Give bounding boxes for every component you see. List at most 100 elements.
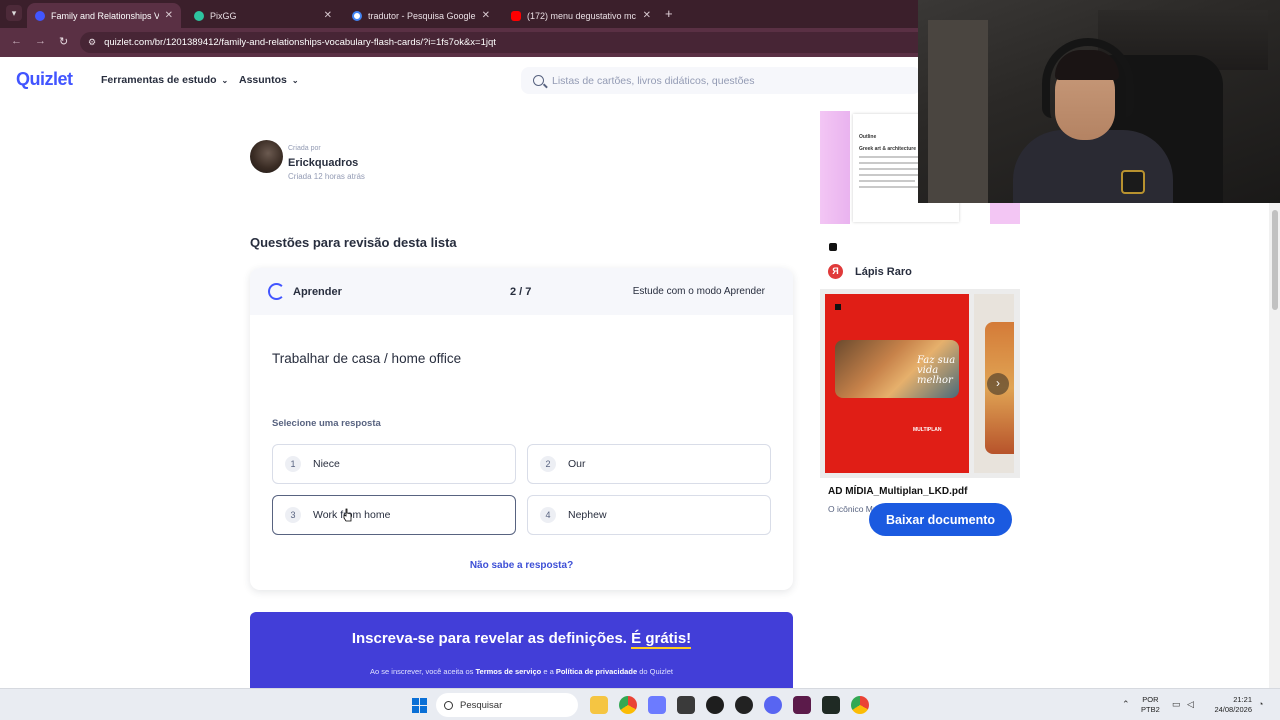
- ad-brand-name[interactable]: Lápis Raro: [855, 266, 912, 278]
- legal-prefix: Ao se inscrever, você aceita os: [370, 667, 476, 676]
- author-name[interactable]: Erickquadros: [288, 157, 358, 169]
- signup-title-free: É grátis!: [631, 630, 692, 649]
- youtube-favicon-icon: [511, 10, 521, 21]
- reload-icon[interactable]: ↻: [59, 35, 68, 48]
- tab-title: PixGG: [210, 10, 237, 21]
- windows-start-icon[interactable]: [412, 698, 427, 713]
- chevron-down-icon: ⌄: [291, 76, 299, 85]
- url-field[interactable]: ⚙ quizlet.com/br/1201389412/family-and-r…: [80, 32, 930, 53]
- tab-google[interactable]: tradutor - Pesquisa Google ✕: [344, 3, 498, 28]
- taskbar-search-label: Pesquisar: [460, 699, 503, 711]
- chevron-up-icon[interactable]: ⌃: [1122, 699, 1130, 710]
- dont-know-link[interactable]: Não sabe a resposta?: [250, 560, 793, 571]
- terminal-icon[interactable]: [822, 696, 840, 714]
- clock-date: 24/08/2026: [1214, 705, 1252, 714]
- app-icon[interactable]: [793, 696, 811, 714]
- nav-subjects[interactable]: Assuntos ⌄: [239, 74, 299, 86]
- hand-cursor-icon: [343, 508, 352, 522]
- question-term: Trabalhar de casa / home office: [272, 351, 462, 366]
- clock-time: 21:21: [1233, 695, 1252, 704]
- select-answer-label: Selecione uma resposta: [272, 418, 381, 429]
- pixgg-favicon-icon: [194, 10, 204, 21]
- discord-icon[interactable]: [764, 696, 782, 714]
- tab-quizlet[interactable]: Family and Relationships Vocab ✕: [27, 3, 181, 28]
- taskbar-search[interactable]: Pesquisar: [436, 693, 578, 717]
- language-top: POR: [1142, 695, 1159, 704]
- clock[interactable]: 21:21 24/08/2026: [1204, 695, 1252, 715]
- notification-icon[interactable]: ◔: [1258, 699, 1263, 709]
- avatar[interactable]: [250, 140, 283, 173]
- webcam-overlay: [918, 0, 1280, 203]
- search-input[interactable]: Listas de cartões, livros didáticos, que…: [521, 67, 921, 94]
- signup-banner[interactable]: Inscreva-se para revelar as definições. …: [250, 612, 793, 688]
- nav-subjects-label: Assuntos: [239, 74, 287, 86]
- chevron-down-icon: ⌄: [221, 76, 229, 85]
- answer-option-4[interactable]: 4 Nephew: [527, 495, 771, 535]
- quizlet-favicon-icon: [35, 10, 45, 21]
- created-ago: Criada 12 horas atrás: [288, 172, 365, 181]
- lapis-raro-logo-icon: Я: [828, 264, 843, 279]
- language-bottom: PTB2: [1141, 705, 1160, 714]
- download-document-button[interactable]: Baixar documento: [869, 503, 1012, 536]
- tab-youtube[interactable]: (172) menu degustativo mc do ✕: [503, 3, 659, 28]
- question-progress: 2 / 7: [510, 286, 532, 298]
- file-explorer-icon[interactable]: [590, 696, 608, 714]
- webcam-background-door: [928, 20, 988, 203]
- ad-info-icon[interactable]: [829, 243, 837, 251]
- learn-mode-icon: [268, 283, 285, 300]
- close-tab-icon[interactable]: ✕: [643, 10, 651, 21]
- option-text: Niece: [313, 458, 340, 470]
- close-tab-icon[interactable]: ✕: [165, 10, 173, 21]
- network-icon[interactable]: ▭: [1172, 699, 1181, 710]
- language-indicator[interactable]: POR PTB2: [1141, 695, 1160, 715]
- answer-option-2[interactable]: 2 Our: [527, 444, 771, 484]
- slide-logo-mark: [835, 304, 841, 310]
- app-icon[interactable]: [735, 696, 753, 714]
- answer-option-1[interactable]: 1 Niece: [272, 444, 516, 484]
- volume-icon[interactable]: ◁: [1187, 699, 1194, 710]
- signup-legal-text: Ao se inscrever, você aceita os Termos d…: [250, 667, 793, 676]
- option-number: 3: [285, 507, 301, 523]
- chrome-icon[interactable]: [619, 696, 637, 714]
- privacy-link[interactable]: Política de privacidade: [556, 667, 637, 676]
- nav-study-tools[interactable]: Ferramentas de estudo ⌄: [101, 74, 228, 86]
- app-icon[interactable]: [677, 696, 695, 714]
- forward-arrow-icon[interactable]: →: [35, 35, 46, 47]
- signup-title-main: Inscreva-se para revelar as definições.: [351, 630, 632, 647]
- legal-mid: e a: [541, 667, 556, 676]
- close-tab-icon[interactable]: ✕: [482, 10, 490, 21]
- new-tab-button[interactable]: +: [665, 6, 673, 21]
- page-scrollbar-thumb[interactable]: [1272, 210, 1278, 310]
- tab-title: tradutor - Pesquisa Google: [368, 10, 476, 21]
- ad-title[interactable]: AD MÍDIA_Multiplan_LKD.pdf: [828, 486, 967, 497]
- terms-link[interactable]: Termos de serviço: [476, 667, 542, 676]
- tab-title: (172) menu degustativo mc do: [527, 10, 637, 21]
- answer-option-3[interactable]: 3 Work from home: [272, 495, 516, 535]
- ad-slide-tagline: Faz sua vida melhor: [917, 355, 956, 386]
- created-by-label: Criada por: [288, 145, 321, 152]
- search-icon: [444, 700, 453, 710]
- site-info-icon[interactable]: ⚙: [88, 37, 96, 48]
- option-number: 1: [285, 456, 301, 472]
- close-tab-icon[interactable]: ✕: [324, 10, 332, 21]
- chrome-icon[interactable]: [851, 696, 869, 714]
- app-icon[interactable]: [648, 696, 666, 714]
- nav-study-tools-label: Ferramentas de estudo: [101, 74, 217, 86]
- doc-line: [859, 168, 925, 170]
- learn-mode-label: Aprender: [293, 286, 342, 298]
- learn-card-header: Aprender 2 / 7 Estude com o modo Aprende…: [250, 268, 793, 315]
- study-learn-mode-link[interactable]: Estude com o modo Aprender: [633, 286, 765, 297]
- option-number: 4: [540, 507, 556, 523]
- obs-icon[interactable]: [706, 696, 724, 714]
- quizlet-logo[interactable]: Quizlet: [16, 69, 73, 90]
- google-favicon-icon: [352, 10, 362, 21]
- windows-taskbar: Pesquisar ⌃ POR PTB2 ▭ ◁ 21:21 24/08/202…: [0, 688, 1280, 720]
- tab-search-menu-icon[interactable]: ▾: [6, 5, 22, 21]
- ad-slide-logo: MULTIPLAN: [913, 427, 942, 433]
- option-number: 2: [540, 456, 556, 472]
- ad-slide[interactable]: Faz sua vida melhor MULTIPLAN: [825, 294, 969, 473]
- tab-pixgg[interactable]: PixGG ✕: [186, 3, 340, 28]
- carousel-next-icon[interactable]: ›: [987, 373, 1009, 395]
- url-text: quizlet.com/br/1201389412/family-and-rel…: [104, 37, 496, 48]
- back-arrow-icon[interactable]: ←: [11, 35, 22, 47]
